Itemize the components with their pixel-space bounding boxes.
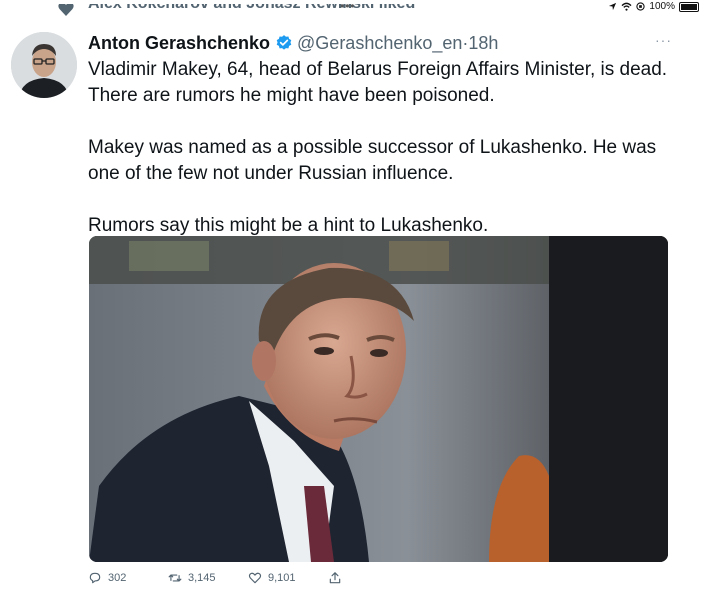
reply-button[interactable]: 302 (88, 571, 126, 585)
location-icon (609, 2, 617, 11)
verified-badge-icon (276, 35, 292, 50)
tweet-text: Vladimir Makey, 64, head of Belarus Fore… (88, 57, 688, 239)
author-handle[interactable]: @Gerashchenko_en (297, 33, 462, 53)
social-context: Alex Kokcharov and Jonasz Rewinski liked (58, 4, 458, 24)
tweet-paragraph: Vladimir Makey, 64, head of Belarus Fore… (88, 59, 668, 106)
retweet-count: 3,145 (188, 572, 216, 584)
battery-icon (679, 1, 699, 12)
orientation-lock-icon (636, 2, 646, 11)
reply-icon (89, 572, 101, 584)
like-count: 9,101 (268, 572, 296, 584)
retweet-icon (168, 574, 182, 582)
reply-count: 302 (108, 572, 127, 584)
heart-icon (248, 572, 262, 584)
photo-illustration (89, 236, 668, 562)
like-button[interactable]: 9,101 (248, 571, 296, 585)
tweet-photo[interactable] (89, 236, 668, 562)
liked-by-text[interactable]: Alex Kokcharov and Jonasz Rewinski liked (88, 4, 415, 13)
author-avatar[interactable] (11, 32, 77, 98)
tweet-header: Anton Gerashchenko @Gerashchenko_en · 18… (88, 33, 498, 53)
avatar-portrait (11, 32, 77, 98)
share-button[interactable] (328, 571, 342, 585)
share-icon (329, 572, 341, 584)
more-options-button[interactable]: ··· (655, 32, 672, 48)
status-indicators: 100% (608, 1, 699, 12)
tweet-paragraph: Makey was named as a possible successor … (88, 137, 657, 184)
wifi-icon (621, 2, 632, 11)
battery-percentage: 100% (649, 1, 675, 12)
tweet-time[interactable]: 18h (468, 33, 498, 53)
author-name[interactable]: Anton Gerashchenko (88, 33, 270, 53)
heart-filled-icon (58, 4, 74, 16)
tweet-actions: 302 3,145 9,101 (88, 571, 388, 591)
retweet-button[interactable]: 3,145 (168, 571, 216, 585)
